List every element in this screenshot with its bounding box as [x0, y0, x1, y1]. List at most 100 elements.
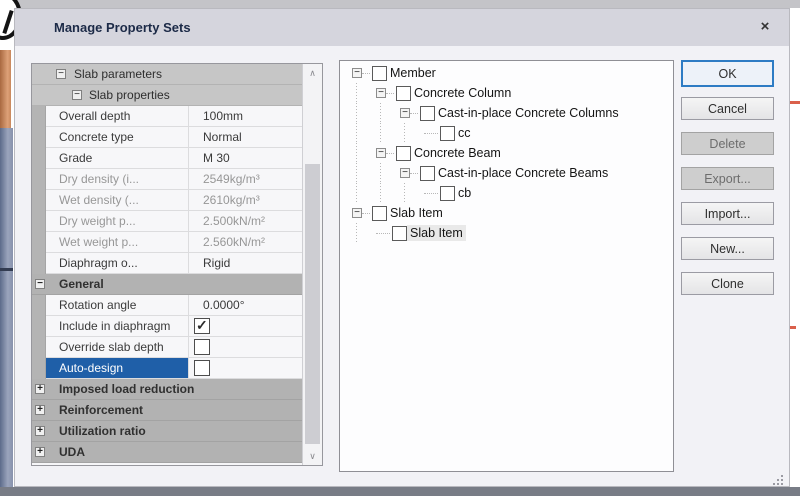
property-grid-panel: − Slab parameters − Slab properties Overall … [31, 63, 323, 466]
close-icon[interactable]: × [755, 17, 775, 37]
tree-item-label[interactable]: cb [455, 185, 474, 201]
grid-property-row[interactable]: Rotation angle 0.0000° [32, 295, 302, 316]
checkbox-unchecked-icon[interactable] [396, 145, 411, 161]
property-value[interactable] [189, 316, 302, 337]
expander-minus-icon[interactable]: − [400, 168, 410, 178]
tree-guide-line [352, 83, 376, 103]
grid-group-row[interactable]: + Reinforcement [32, 400, 302, 421]
tree-connector [376, 233, 390, 234]
checkbox-unchecked-icon[interactable] [372, 205, 387, 221]
property-value[interactable]: Normal [189, 127, 302, 148]
property-value-text: M 30 [203, 151, 230, 165]
grid-group-row[interactable]: − Slab parameters [32, 64, 302, 85]
dialog-titlebar[interactable]: Manage Property Sets × [15, 9, 789, 46]
grid-group-row[interactable]: − Slab properties [32, 85, 302, 106]
tree-item-label[interactable]: cc [455, 125, 474, 141]
property-value[interactable]: 2.560kN/m² [189, 232, 302, 253]
tree-item-label[interactable]: Cast-in-place Concrete Beams [435, 165, 611, 181]
grid-property-row[interactable]: Concrete type Normal [32, 127, 302, 148]
tree-item-label[interactable]: Cast-in-place Concrete Columns [435, 105, 622, 121]
expander-minus-icon[interactable]: − [376, 88, 386, 98]
tree-item-label[interactable]: Slab Item [407, 225, 466, 241]
property-grid-scrollbar[interactable]: ∧ ∨ [302, 64, 322, 465]
tree-item-label[interactable]: Slab Item [387, 205, 446, 221]
tree-item[interactable]: − Cast-in-place Concrete Beams [340, 163, 673, 183]
property-value[interactable]: M 30 [189, 148, 302, 169]
tree-connector [410, 113, 418, 114]
property-value[interactable]: 2.500kN/m² [189, 211, 302, 232]
property-value[interactable]: 2549kg/m³ [189, 169, 302, 190]
tree-item[interactable]: Slab Item [340, 223, 673, 243]
grid-property-row[interactable]: Diaphragm o... Rigid [32, 253, 302, 274]
grid-property-row[interactable]: Wet density (... 2610kg/m³ [32, 190, 302, 211]
tree-item[interactable]: − Member [340, 63, 673, 83]
scroll-up-icon[interactable]: ∧ [303, 64, 322, 82]
tree-item-label[interactable]: Member [387, 65, 439, 81]
property-value[interactable]: Rigid [189, 253, 302, 274]
cancel-button[interactable]: Cancel [681, 97, 774, 120]
scroll-down-icon[interactable]: ∨ [303, 447, 322, 465]
tree-item-label[interactable]: Concrete Beam [411, 145, 504, 161]
expander-plus-icon[interactable]: + [35, 405, 45, 415]
tree-item[interactable]: − Concrete Column [340, 83, 673, 103]
grid-property-row[interactable]: Include in diaphragm [32, 316, 302, 337]
checkbox-unchecked-icon[interactable] [420, 105, 435, 121]
tree-guide-line [376, 103, 400, 123]
checkbox-unchecked-icon[interactable] [392, 225, 407, 241]
property-value[interactable] [189, 337, 302, 358]
grid-group-row[interactable]: + Imposed load reduction [32, 379, 302, 400]
expander-minus-icon[interactable]: − [352, 68, 362, 78]
tree-item[interactable]: − Slab Item [340, 203, 673, 223]
checkbox-checked-icon[interactable] [194, 317, 210, 334]
checkbox-unchecked-icon[interactable] [440, 125, 455, 141]
property-name: Override slab depth [46, 337, 189, 358]
tree-item-label[interactable]: Concrete Column [411, 85, 514, 101]
scrollbar-thumb[interactable] [305, 164, 320, 444]
tree-guide-line [376, 163, 400, 183]
grid-group-row[interactable]: + UDA [32, 442, 302, 463]
grid-property-row[interactable]: Dry weight p... 2.500kN/m² [32, 211, 302, 232]
expander-minus-icon[interactable]: − [352, 208, 362, 218]
tree-item[interactable]: cb [340, 183, 673, 203]
grid-group-label: Reinforcement [59, 403, 144, 417]
expander-minus-icon[interactable]: − [400, 108, 410, 118]
expander-minus-icon[interactable]: − [376, 148, 386, 158]
property-sets-tree: − Member − Concrete Column − Cast-in-place Co… [339, 60, 674, 472]
ok-button[interactable]: OK [681, 60, 774, 87]
checkbox-unchecked-icon[interactable] [372, 65, 387, 81]
checkbox-unchecked-icon[interactable] [440, 185, 455, 201]
grid-group-row[interactable]: − General [32, 274, 302, 295]
checkbox-unchecked-icon[interactable] [396, 85, 411, 101]
grid-property-row[interactable]: Grade M 30 [32, 148, 302, 169]
grid-property-row[interactable]: Overall depth 100mm [32, 106, 302, 127]
tree-item[interactable]: − Cast-in-place Concrete Columns [340, 103, 673, 123]
property-value[interactable]: 2610kg/m³ [189, 190, 302, 211]
import-button[interactable]: Import... [681, 202, 774, 225]
clone-button[interactable]: Clone [681, 272, 774, 295]
expander-minus-icon[interactable]: − [56, 69, 66, 79]
tree-item[interactable]: cc [340, 123, 673, 143]
background-sidebar-strip [0, 128, 13, 487]
expander-plus-icon[interactable]: + [35, 384, 45, 394]
expander-minus-icon[interactable]: − [72, 90, 82, 100]
new-button[interactable]: New... [681, 237, 774, 260]
property-name: Include in diaphragm [46, 316, 189, 337]
checkbox-unchecked-icon[interactable] [420, 165, 435, 181]
property-value[interactable]: 0.0000° [189, 295, 302, 316]
resize-grip[interactable] [771, 475, 783, 486]
expander-minus-icon[interactable]: − [35, 279, 45, 289]
checkbox-unchecked-icon[interactable] [194, 360, 210, 376]
grid-property-row[interactable]: Dry density (i... 2549kg/m³ [32, 169, 302, 190]
property-value[interactable]: 100mm [189, 106, 302, 127]
grid-group-row[interactable]: + Utilization ratio [32, 421, 302, 442]
property-value[interactable] [189, 358, 302, 379]
tree-item[interactable]: − Concrete Beam [340, 143, 673, 163]
grid-property-row[interactable]: Override slab depth [32, 337, 302, 358]
background-right-area [790, 8, 800, 487]
expander-plus-icon[interactable]: + [35, 426, 45, 436]
checkbox-unchecked-icon[interactable] [194, 339, 210, 355]
grid-property-row[interactable]: Auto-design [32, 358, 302, 379]
expander-plus-icon[interactable]: + [35, 447, 45, 457]
property-name: Dry density (i... [46, 169, 189, 190]
grid-property-row[interactable]: Wet weight p... 2.560kN/m² [32, 232, 302, 253]
